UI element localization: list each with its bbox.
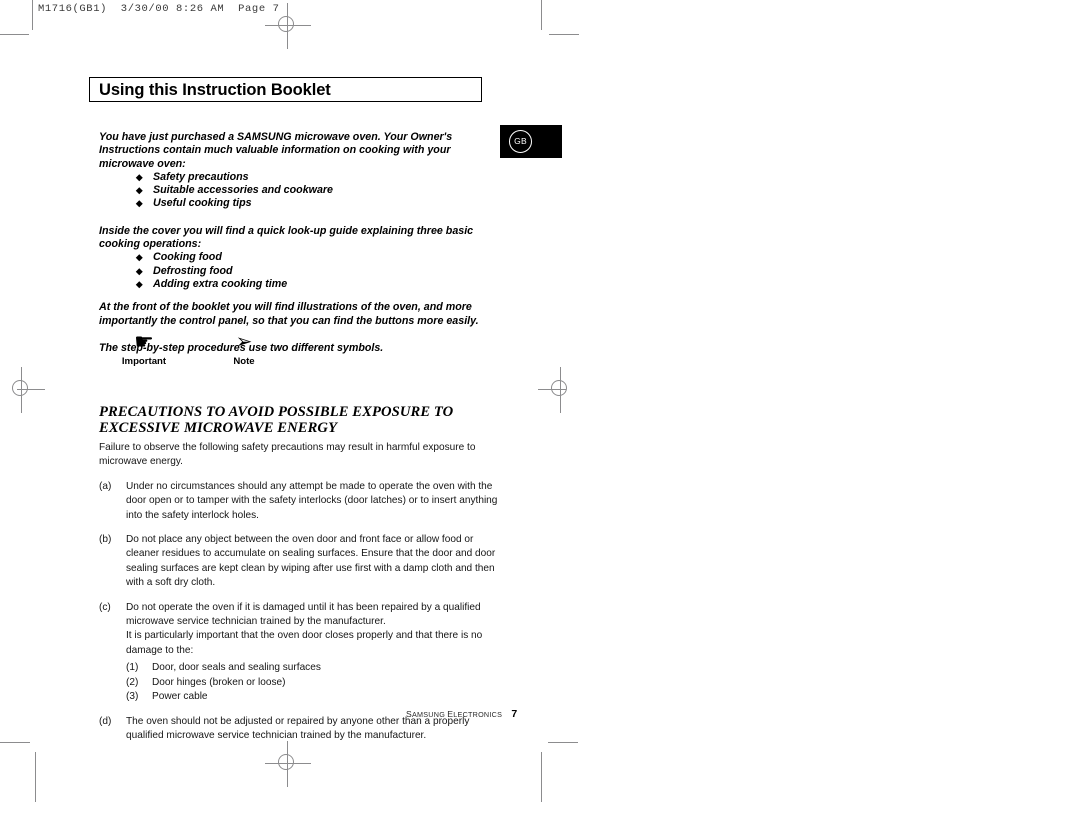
footer-division-rest: LECTRONICS [453,710,503,719]
sub-list-item-marker: (1) [126,662,139,674]
symbol-note: ➢ Note [199,330,289,368]
crop-mark-top-left-horizontal [0,34,29,35]
page-number: 7 [511,708,518,720]
crop-mark-bottom-left-vertical [35,752,36,802]
list-item-marker: (b) [99,534,112,546]
guide-line: cooking operations: [99,238,202,251]
list-item: ◆ Cooking food [136,251,479,264]
crop-mark-top-right-vertical [541,0,542,30]
list-item-label: Adding extra cooking time [153,277,288,290]
footer-brand-rest: AMSUNG [411,710,446,719]
symbol-important-caption: Important [121,356,167,367]
sub-list-item-text: Door hinges (broken or loose) [152,676,286,688]
precautions-heading-line: EXCESSIVE MICROWAVE ENERGY [99,420,338,437]
list-item: ◆ Adding extra cooking time [136,278,479,291]
list-item-content: Do not operate the oven if it is damaged… [126,601,499,705]
intro-line: Instructions contain much valuable infor… [99,144,451,157]
list-item: ◆ Useful cooking tips [136,197,479,210]
sub-list-item: (1) Door, door seals and sealing surface… [126,661,499,675]
intro-line: microwave oven: [99,157,186,170]
sub-list: (1) Door, door seals and sealing surface… [126,661,499,704]
precautions-body: Failure to observe the following safety … [99,441,499,743]
list-item: ◆ Suitable accessories and cookware [136,184,479,197]
sub-list-item-marker: (2) [126,676,139,688]
diamond-bullet-icon: ◆ [136,171,143,182]
symbol-important: ☛ Important [99,330,189,368]
page-footer: SAMSUNG ELECTRONICS 7 [406,708,517,720]
crop-mark-bottom-right-vertical [541,752,542,802]
crop-mark-bottom-right-horizontal [548,742,578,743]
pointing-hand-icon: ☛ [134,329,154,354]
crop-mark-top-right-horizontal [549,34,579,35]
intro-line: You have just purchased a SAMSUNG microw… [99,131,453,143]
document-page: M1716(GB1) 3/30/00 8:26 AM Page 7 Using … [0,0,1080,813]
list-item-marker: (c) [99,601,111,613]
list-item: (b) Do not place any object between the … [99,533,499,591]
print-slug-line: M1716(GB1) 3/30/00 8:26 AM Page 7 [38,3,280,15]
list-item-extra-text: It is particularly important that the ov… [126,630,483,656]
page-title: Using this Instruction Booklet [99,81,331,99]
list-item: ◆ Safety precautions [136,171,479,184]
list-item-marker: (a) [99,480,112,492]
precautions-lead: Failure to observe the following safety … [99,442,476,468]
registration-mark-left [0,367,45,413]
symbol-note-caption: Note [233,356,255,367]
diamond-bullet-icon: ◆ [136,185,143,196]
region-badge: GB [500,125,562,158]
region-badge-label: GB [509,130,532,153]
sub-list-item-text: Door, door seals and sealing surfaces [152,662,321,674]
symbol-legend: ☛ Important ➢ Note [99,330,479,382]
list-item: (a) Under no circumstances should any at… [99,480,499,523]
precautions-heading-line: PRECAUTIONS TO AVOID POSSIBLE EXPOSURE T… [99,404,454,420]
diamond-bullet-icon: ◆ [136,278,143,289]
crop-mark-bottom-left-horizontal [0,742,30,743]
list-item-label: Useful cooking tips [153,197,252,210]
list-item-label: Defrosting food [153,264,233,277]
list-item-text: Do not operate the oven if it is damaged… [126,601,481,628]
sub-list-item: (2) Door hinges (broken or loose) [126,676,499,690]
sub-list-item: (3) Power cable [126,690,499,704]
diamond-bullet-icon: ◆ [136,198,143,209]
list-item-label: Safety precautions [153,170,249,183]
list-item-text: Under no circumstances should any attemp… [126,480,498,521]
front-note-line: At the front of the booklet you will fin… [99,301,472,314]
intro-section: You have just purchased a SAMSUNG microw… [99,131,479,355]
page-title-box: Using this Instruction Booklet [89,77,482,102]
list-item-content: Do not place any object between the oven… [126,533,499,591]
crop-mark-top-left-vertical [32,0,33,30]
list-item: ◆ Defrosting food [136,265,479,278]
list-item-content: Under no circumstances should any attemp… [126,480,499,523]
list-item-marker: (d) [99,715,112,727]
front-note-line: importantly the control panel, so that y… [99,314,479,327]
arrow-dart-icon: ➢ [235,331,253,353]
diamond-bullet-icon: ◆ [136,252,143,263]
diamond-bullet-icon: ◆ [136,265,143,276]
precautions-heading: PRECAUTIONS TO AVOID POSSIBLE EXPOSURE T… [99,404,499,437]
list-item-text: Do not place any object between the oven… [126,534,496,589]
guide-line: Inside the cover you will find a quick l… [99,224,474,237]
list-item-label: Cooking food [153,251,222,264]
sub-list-item-marker: (3) [126,691,139,703]
list-item: (c) Do not operate the oven if it is dam… [99,601,499,705]
registration-mark-bottom [265,741,311,787]
list-item-label: Suitable accessories and cookware [153,184,333,197]
registration-mark-right [538,367,584,413]
sub-list-item-text: Power cable [152,691,208,703]
